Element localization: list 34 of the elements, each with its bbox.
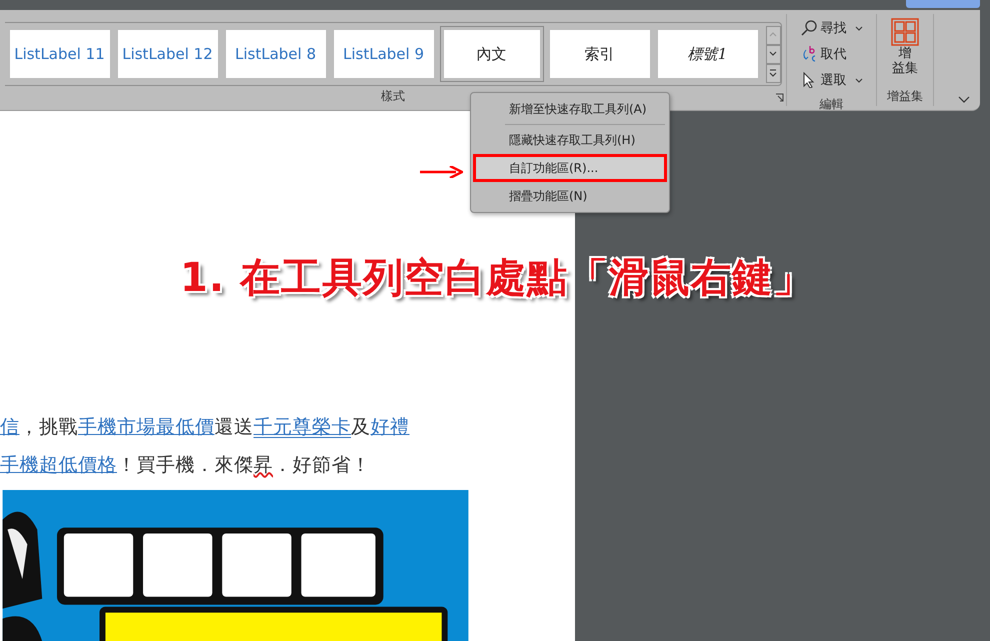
style-gallery-item[interactable]: 標號1 — [658, 30, 758, 78]
collapse-ribbon-icon[interactable] — [958, 95, 970, 104]
group-label: 編輯 — [820, 96, 844, 113]
style-gallery-item[interactable]: ListLabel 11 — [10, 30, 110, 78]
link[interactable]: 好禮 — [370, 416, 410, 438]
menu-item[interactable]: 摺疊功能區(N) — [473, 182, 667, 210]
group-label: 樣式 — [381, 88, 405, 105]
menu-item[interactable]: 新增至快速存取工具列(A) — [473, 95, 667, 123]
replace-icon — [800, 46, 816, 62]
style-gallery-item[interactable]: 內文 — [440, 26, 544, 82]
group-label: 增益集 — [887, 88, 923, 105]
menu-item[interactable]: 自訂功能區(R)... — [473, 154, 667, 182]
search-icon — [800, 20, 816, 36]
more-icon — [768, 68, 778, 78]
replace-button[interactable]: 取代 — [800, 42, 846, 66]
style-gallery-item[interactable]: 索引 — [550, 30, 650, 78]
paragraph-line: 手機超低價格！買手機．來傑昇．好節省！ — [0, 452, 372, 478]
link[interactable]: 手機市場最低價 — [78, 416, 214, 438]
pointer-arrow — [420, 166, 463, 178]
find-button[interactable]: 尋找 — [800, 16, 862, 40]
scroll-down-button[interactable] — [766, 44, 780, 64]
link[interactable]: 手機超低價格 — [0, 454, 117, 476]
grid-icon — [891, 18, 919, 46]
gallery-more-button[interactable] — [766, 64, 780, 82]
style-gallery-item[interactable]: ListLabel 12 — [118, 30, 218, 78]
link[interactable]: 信 — [0, 416, 20, 438]
menu-item[interactable]: 隱藏快速存取工具列(H) — [473, 126, 667, 154]
dialog-launcher-icon[interactable] — [775, 93, 784, 102]
annotation-text: 1. 在工具列空白處點「滑鼠右鍵」 — [180, 254, 814, 303]
style-gallery-item[interactable]: ListLabel 9 — [334, 30, 434, 78]
select-button[interactable]: 選取 — [800, 68, 862, 92]
add-ins-button[interactable]: 增 益集 — [891, 14, 919, 76]
style-gallery-item[interactable]: ListLabel 8 — [226, 30, 326, 78]
cursor-icon — [800, 72, 816, 88]
